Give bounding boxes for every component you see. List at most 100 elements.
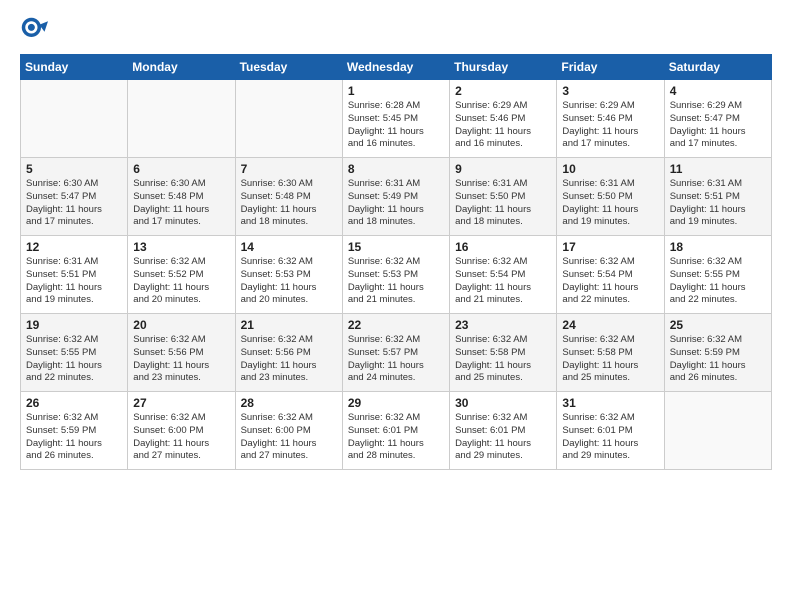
day-number: 26 bbox=[26, 396, 122, 410]
day-number: 24 bbox=[562, 318, 658, 332]
day-info: Sunrise: 6:32 AM Sunset: 5:58 PM Dayligh… bbox=[455, 334, 551, 385]
day-number: 13 bbox=[133, 240, 229, 254]
weekday-header-row: SundayMondayTuesdayWednesdayThursdayFrid… bbox=[21, 55, 772, 80]
calendar-cell: 17Sunrise: 6:32 AM Sunset: 5:54 PM Dayli… bbox=[557, 236, 664, 314]
day-info: Sunrise: 6:29 AM Sunset: 5:47 PM Dayligh… bbox=[670, 100, 766, 151]
day-number: 5 bbox=[26, 162, 122, 176]
weekday-header-monday: Monday bbox=[128, 55, 235, 80]
day-info: Sunrise: 6:32 AM Sunset: 6:01 PM Dayligh… bbox=[348, 412, 444, 463]
day-number: 6 bbox=[133, 162, 229, 176]
calendar-cell: 21 Sunrise: 6:32 AM Sunset: 5:56 PM Dayli… bbox=[235, 314, 342, 392]
calendar-cell bbox=[235, 80, 342, 158]
day-number: 18 bbox=[670, 240, 766, 254]
day-number: 4 bbox=[670, 84, 766, 98]
calendar-cell: 2 Sunrise: 6:29 AM Sunset: 5:46 PM Daylig… bbox=[450, 80, 557, 158]
calendar-cell: 5 Sunrise: 6:30 AM Sunset: 5:47 PM Daylig… bbox=[21, 158, 128, 236]
weekday-header-wednesday: Wednesday bbox=[342, 55, 449, 80]
day-number: 21 bbox=[241, 318, 337, 332]
day-number: 16 bbox=[455, 240, 551, 254]
day-info: Sunrise: 6:32 AM Sunset: 5:59 PM Dayligh… bbox=[26, 412, 122, 463]
calendar-cell: 20Sunrise: 6:32 AM Sunset: 5:56 PM Dayli… bbox=[128, 314, 235, 392]
day-info: Sunrise: 6:30 AM Sunset: 5:47 PM Dayligh… bbox=[26, 178, 122, 229]
calendar-cell: 8 Sunrise: 6:31 AM Sunset: 5:49 PM Daylig… bbox=[342, 158, 449, 236]
day-info: Sunrise: 6:32 AM Sunset: 5:53 PM Dayligh… bbox=[348, 256, 444, 307]
calendar-cell: 3Sunrise: 6:29 AM Sunset: 5:46 PM Daylig… bbox=[557, 80, 664, 158]
calendar-cell: 27 Sunrise: 6:32 AM Sunset: 6:00 PM Dayli… bbox=[128, 392, 235, 470]
day-number: 22 bbox=[348, 318, 444, 332]
calendar-cell: 24 Sunrise: 6:32 AM Sunset: 5:58 PM Dayli… bbox=[557, 314, 664, 392]
day-number: 19 bbox=[26, 318, 122, 332]
calendar-cell: 19 Sunrise: 6:32 AM Sunset: 5:55 PM Dayli… bbox=[21, 314, 128, 392]
calendar-cell: 18 Sunrise: 6:32 AM Sunset: 5:55 PM Dayli… bbox=[664, 236, 771, 314]
day-number: 8 bbox=[348, 162, 444, 176]
day-info: Sunrise: 6:32 AM Sunset: 5:53 PM Dayligh… bbox=[241, 256, 337, 307]
calendar-cell: 30Sunrise: 6:32 AM Sunset: 6:01 PM Dayli… bbox=[450, 392, 557, 470]
day-number: 11 bbox=[670, 162, 766, 176]
calendar-table: SundayMondayTuesdayWednesdayThursdayFrid… bbox=[20, 54, 772, 470]
day-info: Sunrise: 6:32 AM Sunset: 5:54 PM Dayligh… bbox=[455, 256, 551, 307]
calendar-cell: 16 Sunrise: 6:32 AM Sunset: 5:54 PM Dayli… bbox=[450, 236, 557, 314]
calendar-cell: 12 Sunrise: 6:31 AM Sunset: 5:51 PM Dayli… bbox=[21, 236, 128, 314]
calendar-week-row: 5 Sunrise: 6:30 AM Sunset: 5:47 PM Daylig… bbox=[21, 158, 772, 236]
day-number: 31 bbox=[562, 396, 658, 410]
day-info: Sunrise: 6:32 AM Sunset: 6:00 PM Dayligh… bbox=[133, 412, 229, 463]
calendar-cell: 28Sunrise: 6:32 AM Sunset: 6:00 PM Dayli… bbox=[235, 392, 342, 470]
day-info: Sunrise: 6:32 AM Sunset: 5:56 PM Dayligh… bbox=[241, 334, 337, 385]
day-info: Sunrise: 6:32 AM Sunset: 5:58 PM Dayligh… bbox=[562, 334, 658, 385]
weekday-header-saturday: Saturday bbox=[664, 55, 771, 80]
weekday-header-sunday: Sunday bbox=[21, 55, 128, 80]
day-number: 3 bbox=[562, 84, 658, 98]
day-info: Sunrise: 6:32 AM Sunset: 5:57 PM Dayligh… bbox=[348, 334, 444, 385]
calendar-cell: 4 Sunrise: 6:29 AM Sunset: 5:47 PM Daylig… bbox=[664, 80, 771, 158]
day-info: Sunrise: 6:28 AM Sunset: 5:45 PM Dayligh… bbox=[348, 100, 444, 151]
day-number: 25 bbox=[670, 318, 766, 332]
day-number: 29 bbox=[348, 396, 444, 410]
calendar-cell: 23 Sunrise: 6:32 AM Sunset: 5:58 PM Dayli… bbox=[450, 314, 557, 392]
calendar-cell bbox=[128, 80, 235, 158]
day-info: Sunrise: 6:31 AM Sunset: 5:51 PM Dayligh… bbox=[670, 178, 766, 229]
day-number: 1 bbox=[348, 84, 444, 98]
calendar-cell: 31 Sunrise: 6:32 AM Sunset: 6:01 PM Dayli… bbox=[557, 392, 664, 470]
day-number: 23 bbox=[455, 318, 551, 332]
day-info: Sunrise: 6:31 AM Sunset: 5:49 PM Dayligh… bbox=[348, 178, 444, 229]
calendar-cell: 15 Sunrise: 6:32 AM Sunset: 5:53 PM Dayli… bbox=[342, 236, 449, 314]
calendar-cell: 14 Sunrise: 6:32 AM Sunset: 5:53 PM Dayli… bbox=[235, 236, 342, 314]
day-number: 12 bbox=[26, 240, 122, 254]
calendar-week-row: 12 Sunrise: 6:31 AM Sunset: 5:51 PM Dayli… bbox=[21, 236, 772, 314]
day-info: Sunrise: 6:30 AM Sunset: 5:48 PM Dayligh… bbox=[241, 178, 337, 229]
day-info: Sunrise: 6:31 AM Sunset: 5:50 PM Dayligh… bbox=[562, 178, 658, 229]
day-info: Sunrise: 6:32 AM Sunset: 5:56 PM Dayligh… bbox=[133, 334, 229, 385]
calendar-cell: 6Sunrise: 6:30 AM Sunset: 5:48 PM Daylig… bbox=[128, 158, 235, 236]
day-info: Sunrise: 6:31 AM Sunset: 5:51 PM Dayligh… bbox=[26, 256, 122, 307]
day-info: Sunrise: 6:31 AM Sunset: 5:50 PM Dayligh… bbox=[455, 178, 551, 229]
day-number: 10 bbox=[562, 162, 658, 176]
calendar-cell: 7 Sunrise: 6:30 AM Sunset: 5:48 PM Daylig… bbox=[235, 158, 342, 236]
day-info: Sunrise: 6:32 AM Sunset: 6:01 PM Dayligh… bbox=[562, 412, 658, 463]
calendar-cell: 11 Sunrise: 6:31 AM Sunset: 5:51 PM Dayli… bbox=[664, 158, 771, 236]
weekday-header-friday: Friday bbox=[557, 55, 664, 80]
day-info: Sunrise: 6:32 AM Sunset: 5:55 PM Dayligh… bbox=[26, 334, 122, 385]
calendar-cell: 22 Sunrise: 6:32 AM Sunset: 5:57 PM Dayli… bbox=[342, 314, 449, 392]
calendar-week-row: 1 Sunrise: 6:28 AM Sunset: 5:45 PM Daylig… bbox=[21, 80, 772, 158]
page: SundayMondayTuesdayWednesdayThursdayFrid… bbox=[0, 0, 792, 612]
calendar-cell: 26 Sunrise: 6:32 AM Sunset: 5:59 PM Dayli… bbox=[21, 392, 128, 470]
logo-icon bbox=[20, 16, 48, 44]
calendar-cell: 25 Sunrise: 6:32 AM Sunset: 5:59 PM Dayli… bbox=[664, 314, 771, 392]
calendar-cell: 9 Sunrise: 6:31 AM Sunset: 5:50 PM Daylig… bbox=[450, 158, 557, 236]
day-info: Sunrise: 6:32 AM Sunset: 5:59 PM Dayligh… bbox=[670, 334, 766, 385]
day-info: Sunrise: 6:32 AM Sunset: 5:55 PM Dayligh… bbox=[670, 256, 766, 307]
weekday-header-tuesday: Tuesday bbox=[235, 55, 342, 80]
day-number: 27 bbox=[133, 396, 229, 410]
day-number: 7 bbox=[241, 162, 337, 176]
calendar-cell: 13Sunrise: 6:32 AM Sunset: 5:52 PM Dayli… bbox=[128, 236, 235, 314]
day-number: 9 bbox=[455, 162, 551, 176]
day-number: 14 bbox=[241, 240, 337, 254]
day-number: 2 bbox=[455, 84, 551, 98]
day-info: Sunrise: 6:29 AM Sunset: 5:46 PM Dayligh… bbox=[455, 100, 551, 151]
calendar-cell bbox=[21, 80, 128, 158]
day-number: 17 bbox=[562, 240, 658, 254]
calendar-week-row: 26 Sunrise: 6:32 AM Sunset: 5:59 PM Dayli… bbox=[21, 392, 772, 470]
calendar-cell: 29 Sunrise: 6:32 AM Sunset: 6:01 PM Dayli… bbox=[342, 392, 449, 470]
day-info: Sunrise: 6:32 AM Sunset: 6:01 PM Dayligh… bbox=[455, 412, 551, 463]
day-number: 15 bbox=[348, 240, 444, 254]
